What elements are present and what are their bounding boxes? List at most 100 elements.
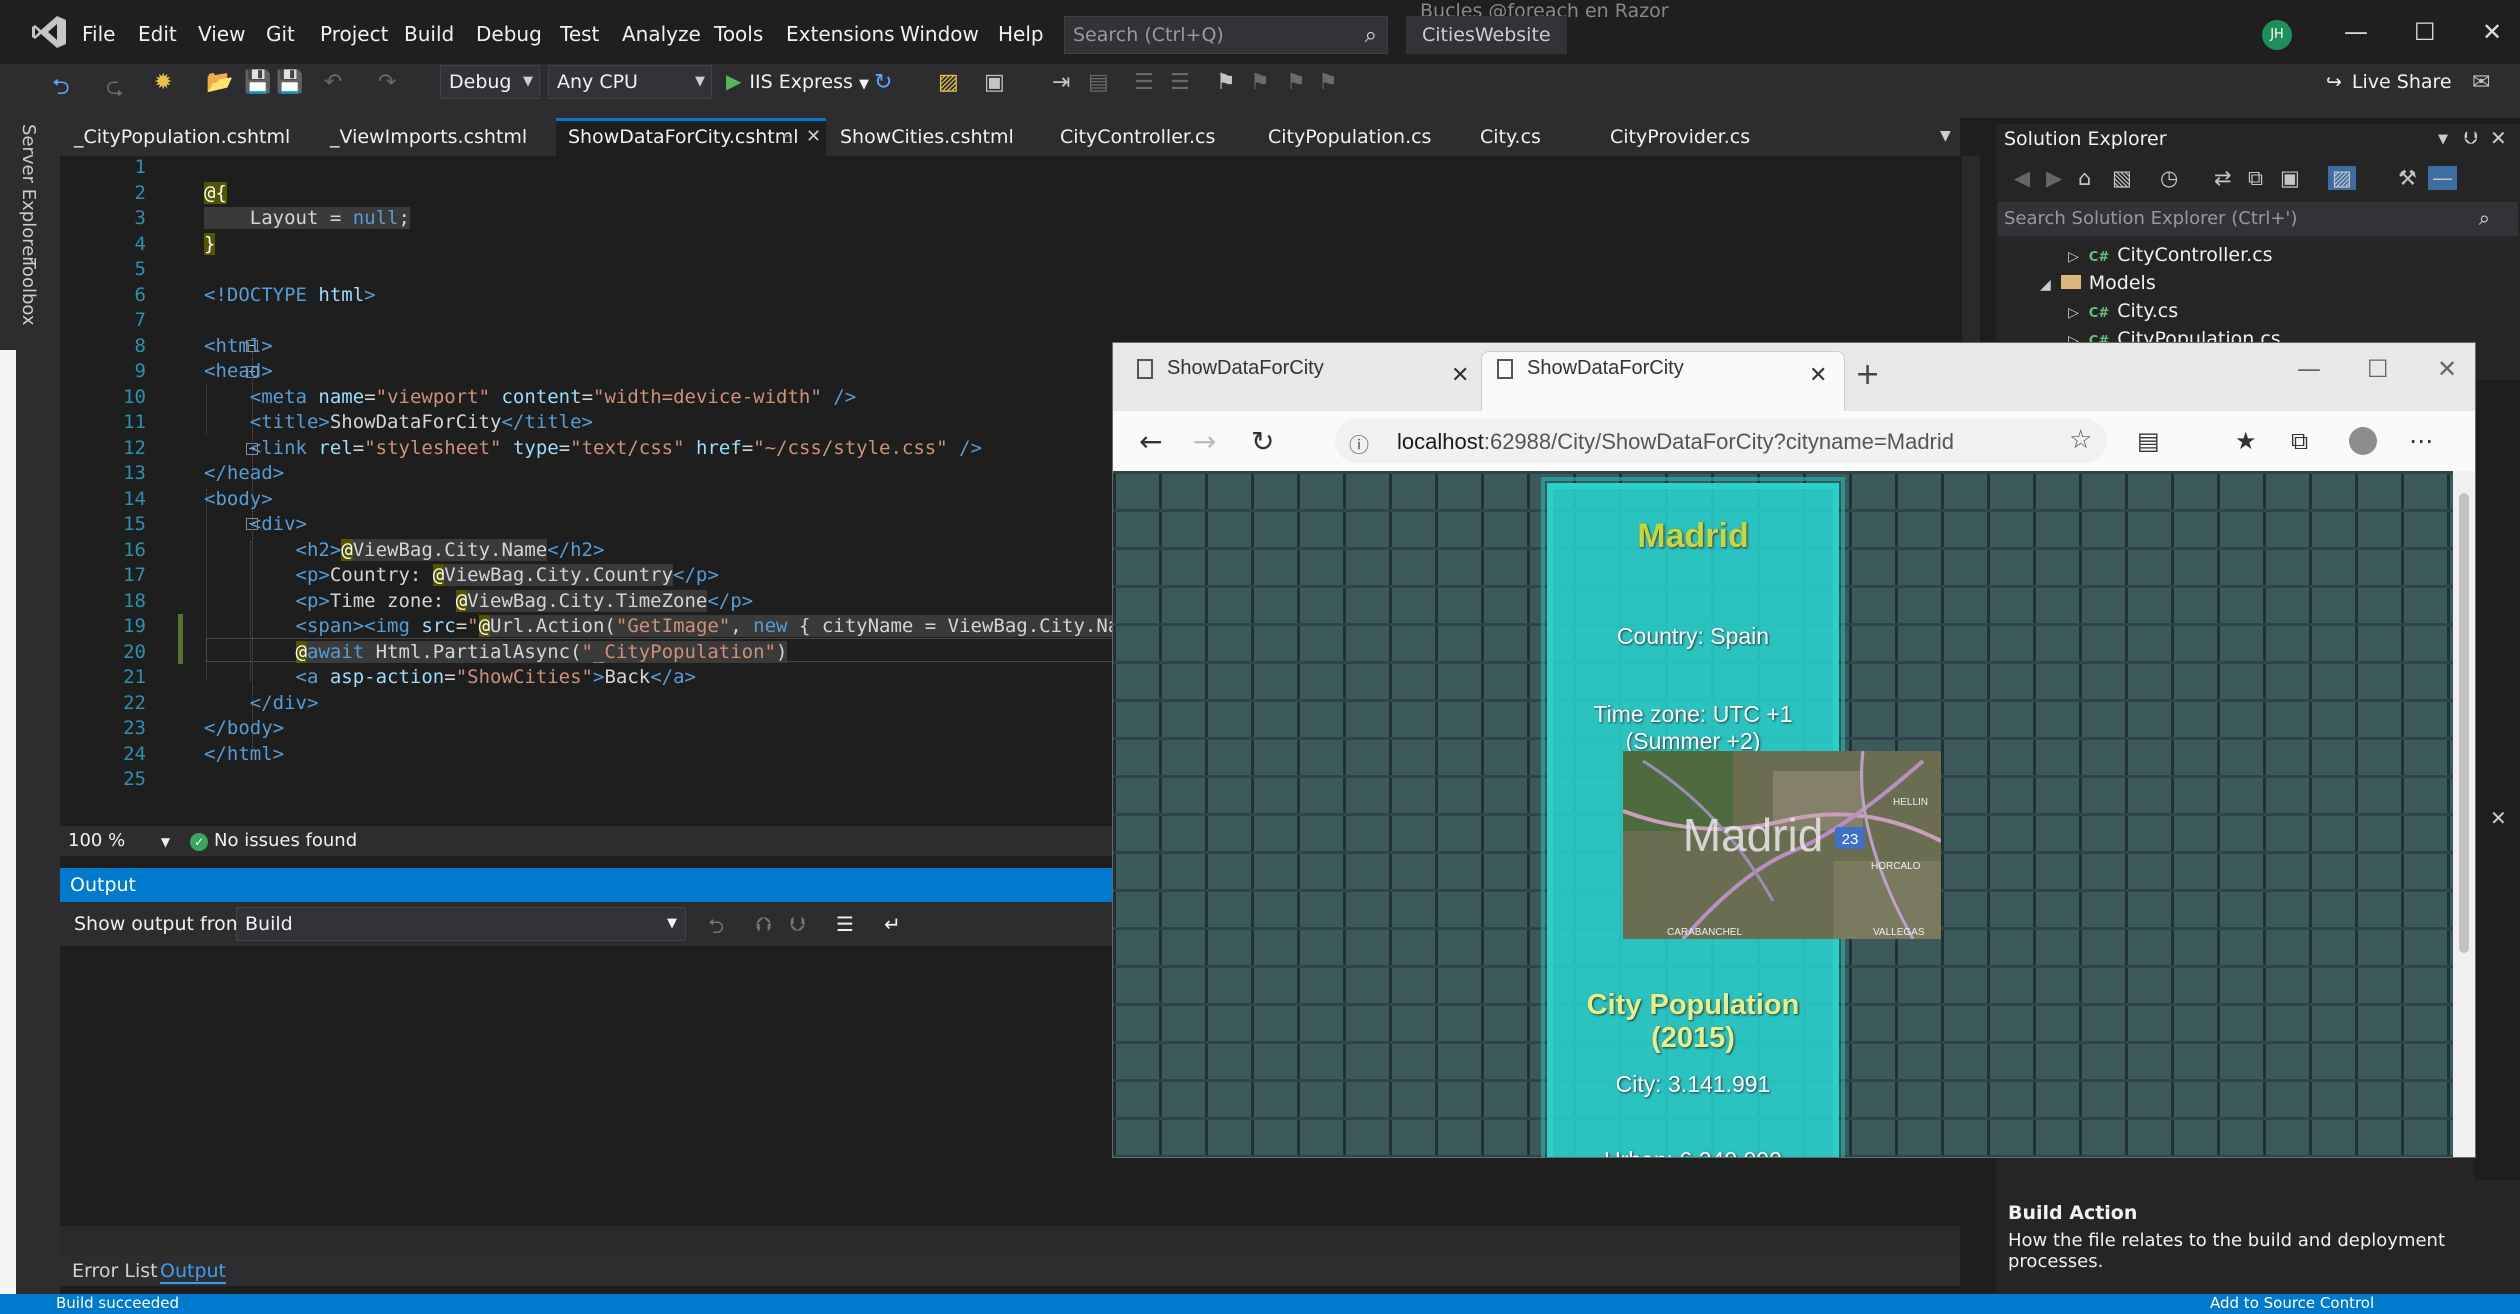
browser-link-icon[interactable]: ▨ xyxy=(938,70,959,95)
switch-views-icon[interactable]: ▧ xyxy=(2112,166,2132,190)
go-to-prev-icon[interactable]: ⮉ xyxy=(756,912,771,936)
output-horizontal-scrollbar[interactable] xyxy=(60,1226,1960,1256)
solution-search-input[interactable]: Search Solution Explorer (Ctrl+') ⌕ xyxy=(1998,202,2518,236)
open-folder-icon[interactable]: 📂 xyxy=(206,70,233,95)
word-wrap-icon[interactable]: ↵ xyxy=(884,912,901,936)
issues-indicator[interactable]: ✓ No issues found xyxy=(190,830,357,851)
screenshot-icon[interactable]: ▣ xyxy=(984,70,1005,95)
reading-view-icon[interactable]: ▤ xyxy=(2137,427,2160,455)
add-to-source-control[interactable]: Add to Source Control xyxy=(2210,1294,2374,1312)
favorites-icon[interactable]: ★ xyxy=(2235,427,2257,455)
tab-citypopulation-cs[interactable]: CityPopulation.cs xyxy=(1268,126,1431,148)
menu-project[interactable]: Project xyxy=(320,22,388,46)
scrollbar-thumb[interactable] xyxy=(2459,493,2469,953)
minimize-icon[interactable]: — xyxy=(2344,18,2368,46)
menu-debug[interactable]: Debug xyxy=(476,22,542,46)
close-tab-icon[interactable]: ✕ xyxy=(1451,363,1469,388)
tab-error-list[interactable]: Error List xyxy=(72,1260,158,1282)
step-icon[interactable]: ⇥ xyxy=(1052,70,1070,95)
forward-icon[interactable]: → xyxy=(1193,425,1216,458)
toggle-panel-icon[interactable]: — xyxy=(2428,166,2457,190)
undo-icon[interactable]: ↶ xyxy=(324,70,342,95)
menu-tools[interactable]: Tools xyxy=(714,22,763,46)
solution-platform-dropdown[interactable]: Any CPU ▼ xyxy=(548,65,712,99)
server-explorer-tab[interactable]: Server Explorer xyxy=(18,124,39,264)
menu-help[interactable]: Help xyxy=(998,22,1044,46)
browser-tab-1[interactable]: ShowDataForCity xyxy=(1137,357,1324,411)
tab-city-cs[interactable]: City.cs xyxy=(1480,126,1541,148)
user-avatar[interactable]: JH xyxy=(2262,20,2292,50)
chevron-down-icon[interactable]: ▼ xyxy=(2438,132,2448,147)
tab-city-population-cshtml[interactable]: _CityPopulation.cshtml xyxy=(74,126,290,148)
more-menu-icon[interactable]: ⋯ xyxy=(2409,427,2433,455)
tree-item[interactable]: ▷ C# CityController.cs xyxy=(2068,244,2273,266)
close-panel-icon[interactable]: ✕ xyxy=(2490,126,2507,150)
menu-test[interactable]: Test xyxy=(560,22,599,46)
reload-icon[interactable]: ↻ xyxy=(1251,425,1274,458)
tab-citycontroller[interactable]: CityController.cs xyxy=(1060,126,1215,148)
menu-edit[interactable]: Edit xyxy=(138,22,177,46)
maximize-icon[interactable]: ☐ xyxy=(2414,18,2436,46)
new-project-icon[interactable]: ✹ xyxy=(154,70,172,95)
browser-window[interactable]: ShowDataForCity ✕ ShowDataForCity ✕ + — … xyxy=(1112,342,2476,1158)
menu-git[interactable]: Git xyxy=(266,22,295,46)
save-icon[interactable]: 💾 xyxy=(244,70,271,95)
tab-showcities[interactable]: ShowCities.cshtml xyxy=(840,126,1014,148)
close-icon[interactable]: ✕ xyxy=(2437,355,2457,383)
close-tab-icon[interactable]: ✕ xyxy=(806,126,821,147)
collections-icon[interactable]: ⧉ xyxy=(2291,427,2308,455)
history-icon[interactable]: ◷ xyxy=(2160,166,2178,190)
web-page[interactable]: Madrid Country: Spain Time zone: UTC +1 … xyxy=(1113,471,2453,1157)
uncomment-icon[interactable]: ☰ xyxy=(1170,70,1190,95)
menu-analyze[interactable]: Analyze xyxy=(622,22,701,46)
clear-all-icon[interactable]: ☰ xyxy=(836,912,854,936)
menu-build[interactable]: Build xyxy=(404,22,454,46)
clear-bookmarks-icon[interactable]: ⚑ xyxy=(1318,70,1338,95)
go-to-next-icon[interactable]: ⮋ xyxy=(790,912,805,936)
live-share-button[interactable]: ↪ Live Share xyxy=(2326,71,2452,93)
prev-bookmark-icon[interactable]: ⚑ xyxy=(1250,70,1270,95)
new-tab-icon[interactable]: + xyxy=(1855,357,1880,392)
close-tab-icon[interactable]: ✕ xyxy=(1809,363,1827,388)
properties-wrench-icon[interactable]: ⚒ xyxy=(2398,166,2417,190)
pin-icon[interactable]: ⮋ xyxy=(2464,128,2478,149)
browser-tab-2[interactable]: ShowDataForCity xyxy=(1497,357,1684,411)
find-message-icon[interactable]: ⮌ xyxy=(708,912,724,946)
profile-avatar-icon[interactable] xyxy=(2349,427,2377,455)
menu-view[interactable]: View xyxy=(198,22,245,46)
redo-icon[interactable]: ↷ xyxy=(378,70,396,95)
toolbox-tab[interactable]: Toolbox xyxy=(18,258,39,326)
forward-icon[interactable]: ▶ xyxy=(2046,166,2062,190)
menu-file[interactable]: File xyxy=(82,22,115,46)
close-icon[interactable]: ✕ xyxy=(2482,18,2502,46)
minimize-icon[interactable]: — xyxy=(2297,355,2321,383)
sync-icon[interactable]: ⇄ xyxy=(2214,166,2232,190)
tab-output[interactable]: Output xyxy=(160,1260,226,1284)
back-icon[interactable]: ← xyxy=(1139,425,1162,458)
home-icon[interactable]: ⌂ xyxy=(2078,166,2091,190)
tab-showdataforcity[interactable]: ShowDataForCity.cshtml xyxy=(568,126,799,148)
bookmark-icon[interactable]: ⚑ xyxy=(1216,70,1236,95)
solution-configuration-dropdown[interactable]: Debug ▼ xyxy=(440,65,540,99)
collapse-all-icon[interactable]: ⧉ xyxy=(2248,166,2263,191)
zoom-level-dropdown[interactable]: 100 % ▼ xyxy=(68,830,170,851)
show-all-files-icon[interactable]: ▣ xyxy=(2280,166,2300,190)
back-icon[interactable]: ◀ xyxy=(2014,166,2030,190)
output-source-dropdown[interactable]: Build ▼ xyxy=(236,907,686,941)
close-panel-icon[interactable]: ✕ xyxy=(2490,806,2507,830)
vs-search-box[interactable]: Search (Ctrl+Q) ⌕ xyxy=(1064,16,1388,54)
maximize-icon[interactable]: ☐ xyxy=(2367,355,2389,383)
preview-selected-icon[interactable]: ▨ xyxy=(2328,166,2356,190)
refresh-icon[interactable]: ↻ xyxy=(874,70,892,95)
pin-icon[interactable]: ⮌ xyxy=(782,130,792,152)
tree-item[interactable]: ◢ Models xyxy=(2040,272,2156,294)
next-bookmark-icon[interactable]: ⚑ xyxy=(1286,70,1306,95)
favorite-star-icon[interactable]: ☆ xyxy=(2069,425,2092,455)
comment-icon[interactable]: ☰ xyxy=(1134,70,1154,95)
tab-viewimports[interactable]: _ViewImports.cshtml xyxy=(330,126,527,148)
tree-item[interactable]: ▷ C# City.cs xyxy=(2068,300,2178,322)
toggle-icon[interactable]: ▤ xyxy=(1088,70,1109,95)
site-info-icon[interactable]: ⓘ xyxy=(1349,429,1369,458)
browser-vertical-scrollbar[interactable] xyxy=(2453,471,2475,1157)
tab-list-dropdown-icon[interactable]: ▼ xyxy=(1940,128,1951,144)
